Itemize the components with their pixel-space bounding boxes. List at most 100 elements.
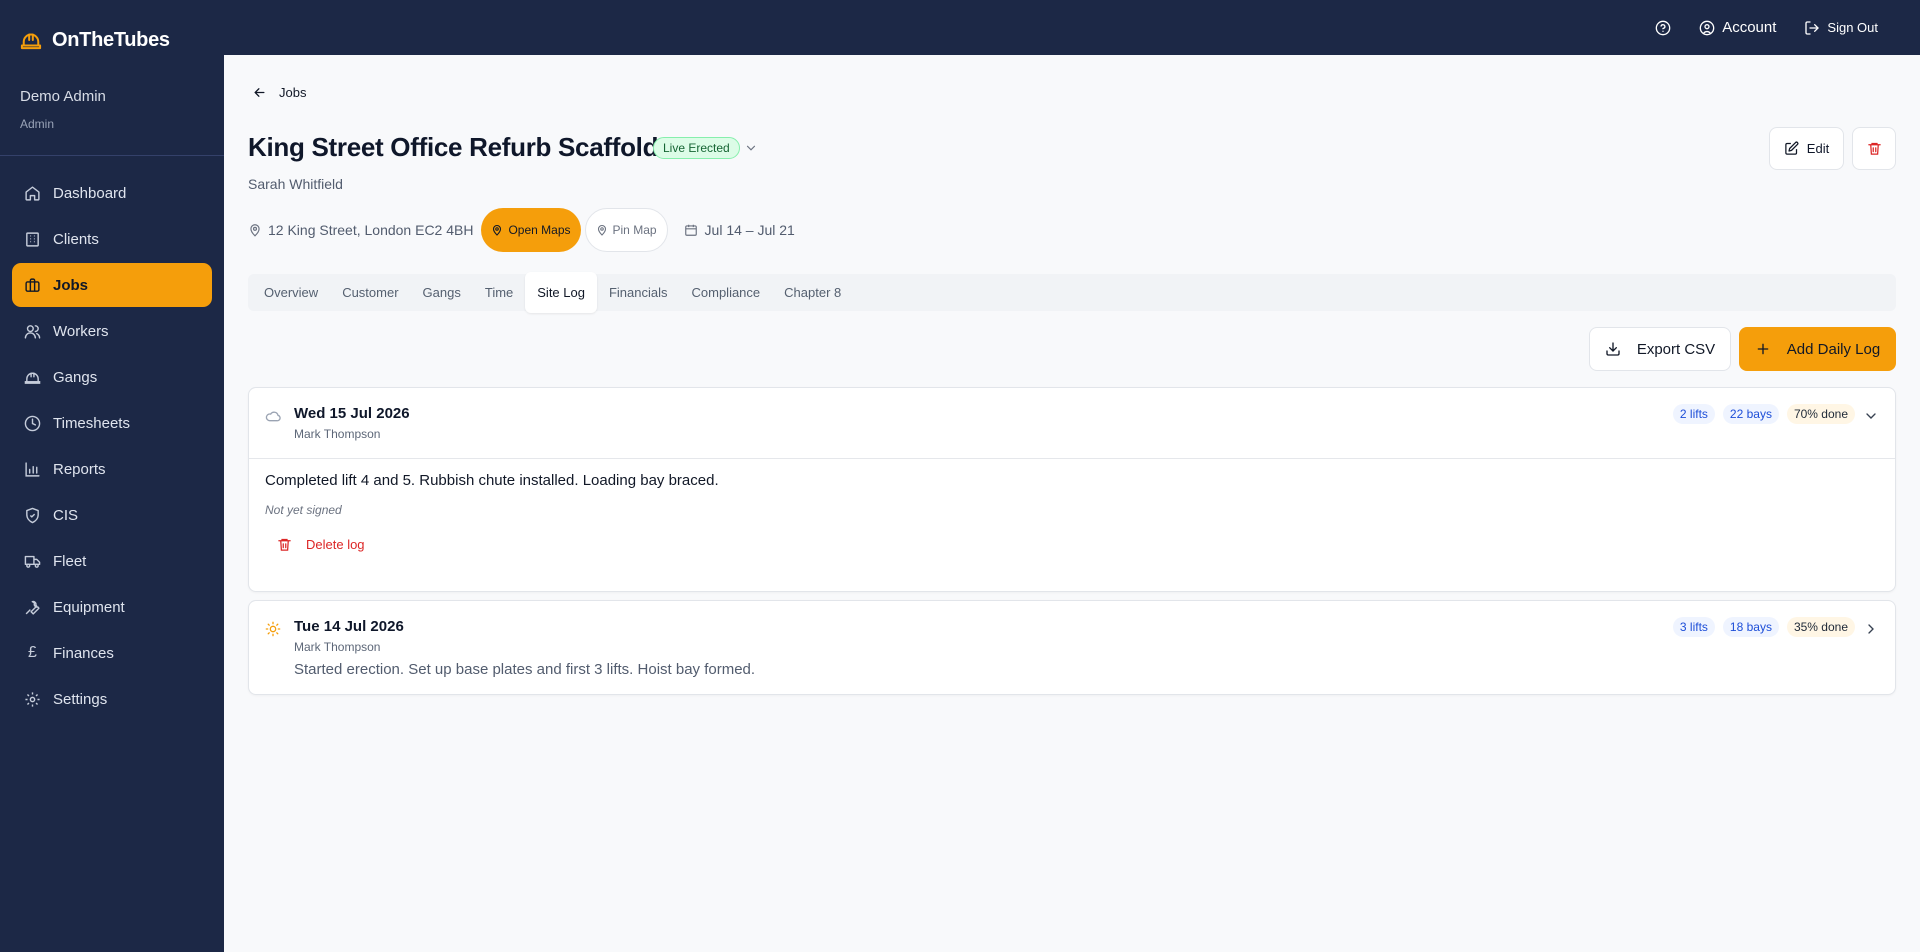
open-maps-label: Open Maps bbox=[508, 223, 571, 237]
tab-bar: Overview Customer Gangs Time Site Log Fi… bbox=[248, 272, 1896, 313]
sidebar-item-label: Gangs bbox=[53, 368, 98, 386]
log-card[interactable]: Tue 14 Jul 2026 Mark Thompson Started er… bbox=[248, 600, 1896, 695]
account-button[interactable]: Account bbox=[1699, 19, 1776, 36]
user-info: Demo Admin Admin bbox=[20, 88, 106, 131]
progress-badge: 35% done bbox=[1786, 617, 1855, 637]
sidebar-item-label: Fleet bbox=[53, 552, 87, 570]
tab-gangs[interactable]: Gangs bbox=[411, 274, 473, 311]
trash-icon bbox=[278, 538, 291, 551]
bar-chart-icon bbox=[25, 461, 40, 477]
wrench-icon bbox=[25, 600, 40, 615]
chevron-down-icon[interactable] bbox=[1863, 408, 1879, 424]
help-button[interactable] bbox=[1655, 20, 1671, 36]
download-icon bbox=[1606, 342, 1620, 356]
tab-overview[interactable]: Overview bbox=[252, 274, 330, 311]
map-pin-icon bbox=[493, 224, 502, 236]
log-summary: Started erection. Set up base plates and… bbox=[294, 661, 756, 678]
log-card-header[interactable]: Wed 15 Jul 2026 Mark Thompson 2 lifts 22… bbox=[249, 388, 1895, 458]
arrow-left-icon bbox=[254, 88, 265, 97]
tab-financials[interactable]: Financials bbox=[597, 274, 680, 311]
log-card: Wed 15 Jul 2026 Mark Thompson 2 lifts 22… bbox=[248, 387, 1896, 592]
sidebar-item-workers[interactable]: Workers bbox=[12, 309, 212, 353]
site-log-toolbar: Export CSV Add Daily Log bbox=[1589, 327, 1896, 371]
sign-out-button[interactable]: Sign Out bbox=[1804, 20, 1878, 36]
hardhat-logo-icon bbox=[20, 33, 42, 50]
progress-badge: 70% done bbox=[1786, 404, 1855, 424]
add-label: Add Daily Log bbox=[1786, 340, 1881, 358]
log-date: Wed 15 Jul 2026 bbox=[294, 405, 410, 422]
sidebar-item-clients[interactable]: Clients bbox=[12, 217, 212, 261]
log-card-body: Completed lift 4 and 5. Rubbish chute in… bbox=[249, 459, 1895, 565]
sidebar-item-label: Finances bbox=[53, 644, 114, 662]
job-meta: 12 King Street, London EC2 4BH Open Maps… bbox=[248, 208, 795, 252]
sidebar-item-jobs[interactable]: Jobs bbox=[12, 263, 212, 307]
sidebar-item-label: Equipment bbox=[53, 598, 125, 616]
tab-chapter-8[interactable]: Chapter 8 bbox=[772, 274, 853, 311]
truck-icon bbox=[24, 555, 41, 568]
plus-icon bbox=[1757, 343, 1769, 355]
user-role: Admin bbox=[20, 117, 55, 131]
sign-out-label: Sign Out bbox=[1827, 20, 1878, 35]
sidebar-item-label: Reports bbox=[53, 460, 106, 478]
export-csv-button[interactable]: Export CSV bbox=[1589, 327, 1731, 371]
sidebar-item-label: Settings bbox=[53, 690, 108, 708]
delete-job-button[interactable] bbox=[1852, 127, 1896, 170]
building-icon bbox=[26, 231, 39, 247]
tab-customer[interactable]: Customer bbox=[330, 274, 410, 311]
bays-badge: 22 bays bbox=[1722, 404, 1779, 424]
back-label: Jobs bbox=[279, 85, 307, 100]
map-pin-icon bbox=[250, 224, 260, 237]
hardhat-icon bbox=[24, 372, 41, 384]
edit-icon bbox=[1785, 141, 1799, 155]
address-text: 12 King Street, London EC2 4BH bbox=[268, 222, 474, 238]
sidebar-item-label: CIS bbox=[53, 506, 79, 524]
tab-time[interactable]: Time bbox=[473, 274, 525, 311]
edit-label: Edit bbox=[1806, 141, 1830, 156]
sidebar-item-dashboard[interactable]: Dashboard bbox=[12, 171, 212, 215]
briefcase-icon bbox=[25, 277, 40, 292]
trash-icon bbox=[1867, 142, 1881, 155]
sidebar-item-fleet[interactable]: Fleet bbox=[12, 539, 212, 583]
pound-icon: £ bbox=[28, 644, 37, 661]
sidebar-item-label: Jobs bbox=[53, 276, 89, 294]
sidebar-item-settings[interactable]: Settings bbox=[12, 677, 212, 721]
sidebar: Demo Admin Admin Dashboard Clients Jobs … bbox=[0, 55, 224, 952]
sidebar-item-equipment[interactable]: Equipment bbox=[12, 585, 212, 629]
sidebar-item-label: Timesheets bbox=[53, 414, 130, 432]
pin-map-label: Pin Map bbox=[612, 223, 657, 237]
sidebar-item-cis[interactable]: CIS bbox=[12, 493, 212, 537]
account-label: Account bbox=[1722, 19, 1777, 36]
customer-name: Sarah Whitfield bbox=[248, 176, 343, 192]
bays-badge: 18 bays bbox=[1722, 617, 1779, 637]
log-notes: Completed lift 4 and 5. Rubbish chute in… bbox=[265, 472, 719, 489]
open-maps-button[interactable]: Open Maps bbox=[481, 208, 581, 252]
status-badge: Live Erected bbox=[653, 137, 740, 159]
cloud-icon bbox=[265, 411, 281, 422]
log-author: Mark Thompson bbox=[294, 640, 381, 654]
tab-compliance[interactable]: Compliance bbox=[680, 274, 773, 311]
app-logo[interactable]: OnTheTubes bbox=[20, 0, 170, 80]
sidebar-divider bbox=[0, 155, 224, 156]
tab-site-log[interactable]: Site Log bbox=[525, 272, 597, 313]
sidebar-item-finances[interactable]: £ Finances bbox=[12, 631, 212, 675]
user-name: Demo Admin bbox=[20, 88, 106, 105]
log-stats: 3 lifts 18 bays 35% done bbox=[1672, 617, 1855, 637]
add-daily-log-button[interactable]: Add Daily Log bbox=[1739, 327, 1896, 371]
help-icon bbox=[1655, 20, 1671, 35]
export-label: Export CSV bbox=[1636, 340, 1716, 358]
sidebar-item-label: Dashboard bbox=[53, 184, 127, 202]
status-dropdown[interactable]: Live Erected bbox=[653, 137, 758, 159]
calendar-icon bbox=[684, 224, 697, 236]
pin-map-button[interactable]: Pin Map bbox=[584, 208, 668, 252]
chevron-right-icon[interactable] bbox=[1863, 621, 1879, 637]
sidebar-item-timesheets[interactable]: Timesheets bbox=[12, 401, 212, 445]
users-icon bbox=[24, 324, 41, 339]
sidebar-item-gangs[interactable]: Gangs bbox=[12, 355, 212, 399]
sidebar-item-label: Workers bbox=[53, 322, 109, 340]
delete-log-button[interactable]: Delete log bbox=[277, 537, 387, 552]
edit-button[interactable]: Edit bbox=[1769, 127, 1844, 170]
back-to-jobs-link[interactable]: Jobs bbox=[252, 85, 306, 100]
address: 12 King Street, London EC2 4BH bbox=[248, 222, 473, 238]
sidebar-item-reports[interactable]: Reports bbox=[12, 447, 212, 491]
lifts-badge: 2 lifts bbox=[1672, 404, 1715, 424]
